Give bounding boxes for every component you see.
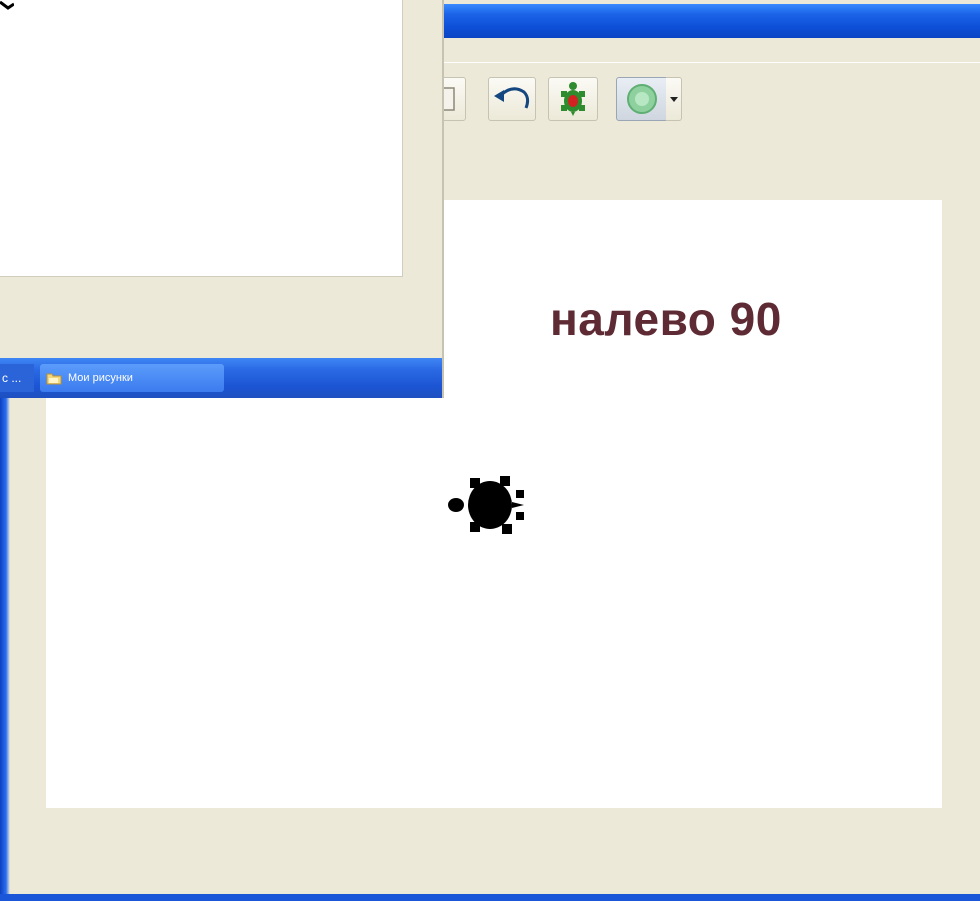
drawn-stroke (0, 0, 14, 10)
color-circle-icon (627, 84, 657, 114)
screen: с ... Мои рисунки налево 90 (0, 0, 980, 901)
window-frame-left (0, 358, 10, 901)
pen-color-button[interactable] (616, 77, 668, 121)
folder-icon (46, 373, 62, 384)
taskbar-item-label: Мои рисунки (68, 372, 133, 384)
taskbar-item-my-pictures[interactable]: Мои рисунки (40, 364, 224, 392)
turtle-button[interactable] (548, 77, 598, 121)
undo-button[interactable] (488, 77, 536, 121)
toolbar (430, 62, 980, 141)
secondary-canvas[interactable] (0, 0, 403, 277)
secondary-window (0, 0, 444, 398)
taskbar-item-left[interactable]: с ... (0, 364, 34, 392)
undo-icon (494, 87, 530, 109)
turtle-icon (561, 82, 585, 116)
dropdown-arrow-icon (669, 96, 678, 102)
command-text: налево 90 (550, 293, 782, 345)
turtle-sprite (448, 476, 524, 534)
window-frame-bottom (0, 894, 980, 901)
pen-color-dropdown[interactable] (666, 77, 682, 121)
taskbar: с ... Мои рисунки (0, 358, 442, 398)
window-titlebar[interactable] (442, 4, 980, 38)
